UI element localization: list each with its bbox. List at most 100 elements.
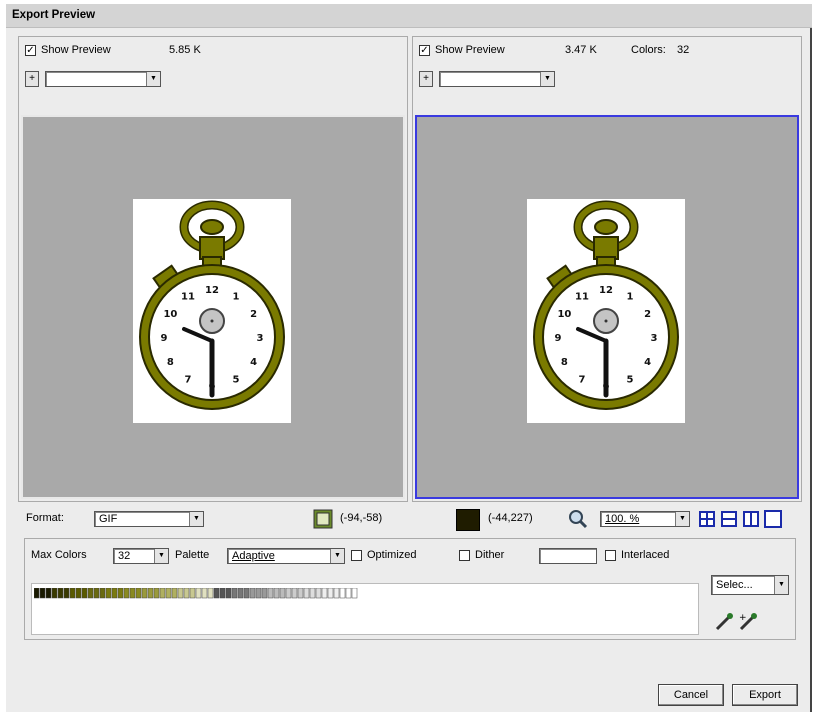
palette-swatch[interactable] [75,588,82,599]
palette-swatch[interactable] [201,588,208,599]
palette-swatch[interactable] [255,588,262,599]
palette-swatch[interactable] [189,588,196,599]
dial-numeral: 2 [644,309,651,320]
palette-swatch[interactable] [183,588,190,599]
palette-swatch[interactable] [159,588,166,599]
palette-swatch[interactable] [171,588,178,599]
palette-swatch[interactable] [123,588,130,599]
right-add-preset-button[interactable]: + [419,71,433,87]
palette-swatch[interactable] [135,588,142,599]
left-preview-pane: ✓ Show Preview 5.85 K + ▼ 12123456789101… [18,36,408,502]
palette-swatch[interactable] [237,588,244,599]
palette-swatch[interactable] [261,588,268,599]
palette-swatch[interactable] [165,588,172,599]
left-add-preset-button[interactable]: + [25,71,39,87]
palette-swatch[interactable] [267,588,274,599]
palette-select[interactable]: Adaptive ▼ [227,548,345,564]
palette-swatch[interactable] [231,588,238,599]
palette-swatch[interactable] [99,588,106,599]
chevron-down-icon: ▼ [146,72,160,86]
color-palette-table[interactable] [31,583,699,635]
palette-swatch[interactable] [285,588,292,599]
dial-numeral: 3 [651,333,658,344]
optimized-checkbox[interactable] [351,550,362,561]
export-button[interactable]: Export [732,684,798,706]
dial-numeral: 11 [181,291,195,302]
single-view-icon[interactable] [764,510,782,528]
right-preview-canvas[interactable]: 121234567891011 [415,115,799,499]
palette-swatch[interactable] [321,588,328,599]
palette-swatch[interactable] [207,588,214,599]
horizontal-split-view-icon[interactable] [720,510,738,528]
max-colors-select[interactable]: 32 ▼ [113,548,169,564]
palette-swatch[interactable] [177,588,184,599]
right-file-size: 3.47 K [565,44,597,56]
palette-swatch[interactable] [339,588,346,599]
palette-swatch[interactable] [57,588,64,599]
palette-label: Palette [175,549,210,561]
four-up-view-icon[interactable] [698,510,716,528]
interlaced-checkbox[interactable] [605,550,616,561]
palette-swatch[interactable] [243,588,250,599]
palette-swatch[interactable] [93,588,100,599]
palette-swatch[interactable] [195,588,202,599]
palette-swatch[interactable] [225,588,232,599]
palette-swatch[interactable] [279,588,286,599]
dial-numeral: 5 [627,375,634,386]
dither-checkbox[interactable] [459,550,470,561]
palette-swatch[interactable] [309,588,316,599]
palette-swatch[interactable] [69,588,76,599]
palette-swatch[interactable] [34,588,40,599]
crop-icon[interactable] [312,508,334,530]
gif-options-panel: Max Colors 32 ▼ Palette Adaptive ▼ Optim… [24,538,796,640]
zoom-value: 100. % [605,513,640,525]
palette-swatch[interactable] [87,588,94,599]
export-preview-dialog: Export Preview ✓ Show Preview 5.85 K + ▼… [6,4,812,712]
palette-swatch[interactable] [129,588,136,599]
palette-swatch[interactable] [315,588,322,599]
eyedropper-icon[interactable] [713,611,735,633]
right-pane-header: ✓ Show Preview 3.47 K Colors: 32 + ▼ [413,37,801,115]
left-show-preview-checkbox[interactable]: ✓ [25,45,36,56]
palette-swatch[interactable] [51,588,58,599]
dither-amount-field[interactable] [539,548,597,564]
palette-swatch[interactable] [327,588,334,599]
palette-swatch[interactable] [249,588,256,599]
palette-swatch[interactable] [297,588,304,599]
palette-swatch[interactable] [345,588,352,599]
palette-swatch[interactable] [117,588,124,599]
pocket-watch-icon: 121234567891011 [139,200,285,410]
palette-swatch[interactable] [219,588,226,599]
vertical-split-view-icon[interactable] [742,510,760,528]
zoom-select[interactable]: 100. % ▼ [600,511,690,527]
right-preset-select[interactable]: ▼ [439,71,555,87]
palette-swatch[interactable] [141,588,148,599]
select-colors-dropdown[interactable]: Selec... ▼ [711,575,789,595]
left-preview-canvas[interactable]: 121234567891011 [21,115,405,499]
palette-swatch[interactable] [45,588,52,599]
dial-numeral: 1 [233,291,240,302]
palette-swatch[interactable] [153,588,160,599]
palette-swatch[interactable] [303,588,310,599]
eyedropper-add-icon[interactable]: + [737,611,759,633]
palette-swatch[interactable] [351,588,358,599]
right-show-preview-checkbox[interactable]: ✓ [419,45,430,56]
left-show-preview-label: Show Preview [41,44,111,56]
left-preset-select[interactable]: ▼ [45,71,161,87]
format-select[interactable]: GIF ▼ [94,511,204,527]
dial-numeral: 5 [233,375,240,386]
palette-swatch[interactable] [333,588,340,599]
palette-swatch[interactable] [291,588,298,599]
dial-numeral: 4 [644,357,651,368]
format-value: GIF [99,513,118,525]
zoom-icon[interactable] [568,509,588,529]
palette-swatch[interactable] [213,588,220,599]
palette-swatch[interactable] [63,588,70,599]
palette-swatch[interactable] [147,588,154,599]
cancel-button[interactable]: Cancel [658,684,724,706]
palette-swatch[interactable] [111,588,118,599]
palette-swatch[interactable] [105,588,112,599]
palette-swatch[interactable] [81,588,88,599]
palette-swatch[interactable] [39,588,46,599]
palette-swatch[interactable] [273,588,280,599]
